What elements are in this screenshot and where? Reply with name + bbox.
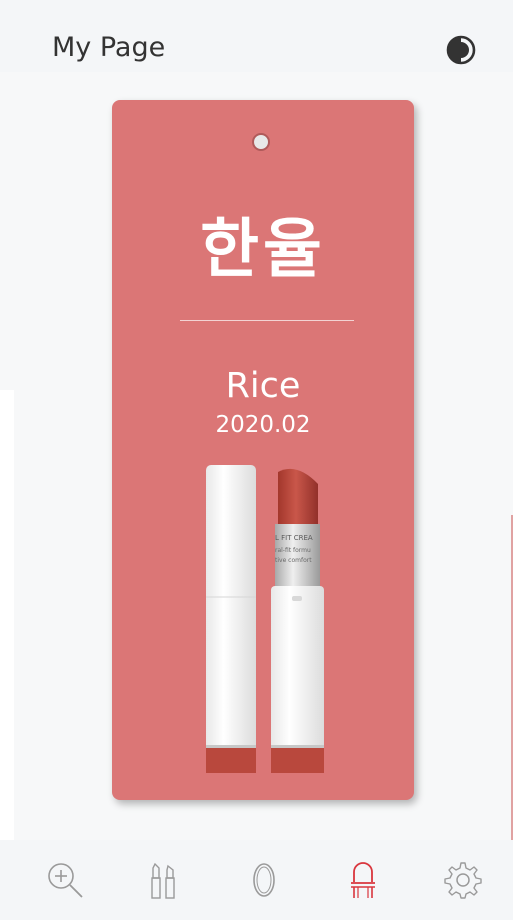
contrast-icon[interactable]	[446, 35, 476, 65]
svg-text:tive comfort: tive comfort	[275, 557, 312, 564]
mirror-icon[interactable]	[242, 858, 286, 902]
tag-hole	[252, 133, 270, 151]
lipstick-product-image: L FIT CREA ral-fit formu tive comfort	[202, 462, 327, 777]
release-date: 2020.02	[215, 412, 311, 438]
svg-text:ral-fit formu: ral-fit formu	[275, 547, 311, 554]
bottom-navigation	[0, 840, 513, 920]
app-header: My Page	[0, 0, 513, 72]
shade-name: Rice	[225, 366, 301, 406]
search-add-icon[interactable]	[43, 858, 87, 902]
divider	[180, 320, 354, 321]
left-edge-panel	[0, 390, 14, 862]
lipstick-icon[interactable]	[141, 858, 185, 902]
gear-icon[interactable]	[441, 858, 485, 902]
product-tag-card[interactable]: 한율 Rice 2020.02 L FIT CREA ral-fit formu…	[112, 100, 414, 800]
brand-name: 한율	[200, 213, 326, 287]
svg-text:L FIT CREA: L FIT CREA	[275, 534, 313, 542]
page-title: My Page	[52, 32, 166, 63]
vanity-chair-icon[interactable]	[341, 858, 385, 902]
